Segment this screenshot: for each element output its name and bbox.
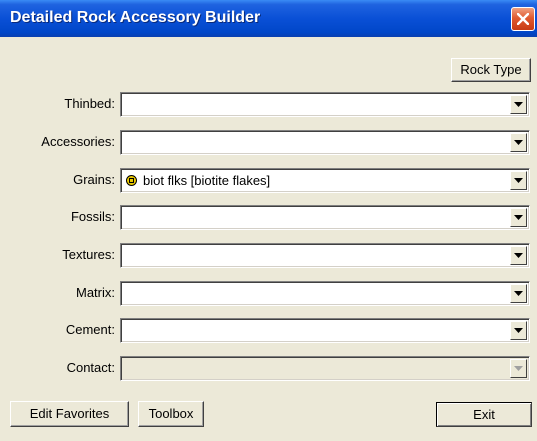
thinbed-label: Thinbed: <box>64 96 115 111</box>
matrix-label: Matrix: <box>76 285 115 300</box>
matrix-dropdown-button[interactable] <box>510 284 527 303</box>
exit-button[interactable]: Exit <box>436 402 532 427</box>
thinbed-combo[interactable] <box>120 92 530 117</box>
rock-accessory-builder-window: Detailed Rock Accessory Builder Rock Typ… <box>0 0 537 441</box>
fossils-dropdown-button[interactable] <box>510 208 527 227</box>
mineral-symbol-icon <box>126 175 137 186</box>
close-button[interactable] <box>511 7 535 31</box>
accessories-dropdown-button[interactable] <box>510 133 527 152</box>
cement-combo[interactable] <box>120 318 530 343</box>
textures-dropdown-button[interactable] <box>510 246 527 265</box>
window-title: Detailed Rock Accessory Builder <box>10 9 261 26</box>
accessories-combo[interactable] <box>120 130 530 155</box>
chevron-down-icon <box>514 215 523 220</box>
fossils-combo[interactable] <box>120 205 530 230</box>
thinbed-dropdown-button[interactable] <box>510 95 527 114</box>
textures-label: Textures: <box>62 247 115 262</box>
contact-dropdown-button <box>510 359 527 378</box>
contact-label: Contact: <box>66 360 115 375</box>
textures-combo[interactable] <box>120 243 530 268</box>
edit-favorites-button[interactable]: Edit Favorites <box>10 401 129 427</box>
contact-combo <box>120 356 530 381</box>
grains-combo[interactable]: biot flks [biotite flakes] <box>120 168 530 193</box>
cement-dropdown-button[interactable] <box>510 321 527 340</box>
chevron-down-icon <box>514 178 523 183</box>
chevron-down-icon <box>514 366 523 371</box>
matrix-combo[interactable] <box>120 281 530 306</box>
fossils-label: Fossils: <box>70 209 115 224</box>
chevron-down-icon <box>514 140 523 145</box>
grains-dropdown-button[interactable] <box>510 171 527 190</box>
toolbox-button[interactable]: Toolbox <box>138 401 204 427</box>
chevron-down-icon <box>514 328 523 333</box>
accessories-label: Accessories: <box>41 134 115 149</box>
grains-label: Grains: <box>73 172 115 187</box>
grains-value: biot flks [biotite flakes] <box>143 173 271 188</box>
chevron-down-icon <box>514 102 523 107</box>
chevron-down-icon <box>514 291 523 296</box>
cement-label: Cement: <box>65 322 115 337</box>
close-icon <box>517 13 529 25</box>
rock-type-button[interactable]: Rock Type <box>451 58 531 82</box>
chevron-down-icon <box>514 253 523 258</box>
title-bar[interactable]: Detailed Rock Accessory Builder <box>0 0 537 37</box>
